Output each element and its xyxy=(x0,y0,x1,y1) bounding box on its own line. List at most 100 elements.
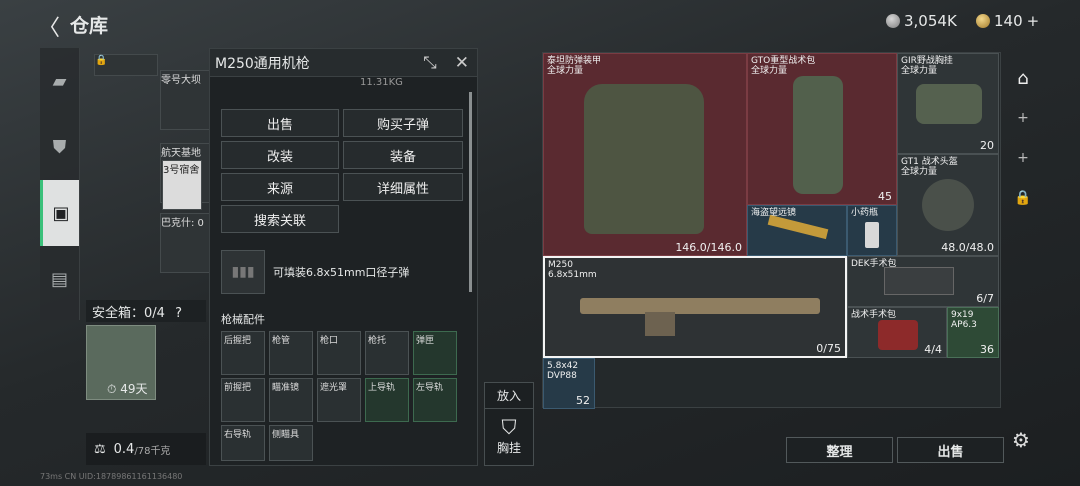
item-name: GT1 战术头盔 xyxy=(901,157,958,167)
equip-label: 装备 xyxy=(389,149,416,165)
modify-button[interactable]: 改装 xyxy=(221,141,339,169)
stash-item[interactable]: 巴克什: 0 xyxy=(160,213,210,273)
equip-button[interactable]: 装备 xyxy=(343,141,463,169)
dek-image xyxy=(884,267,954,295)
gun-image xyxy=(580,298,820,314)
dek-kit-item[interactable]: DEK手术包 6/7 xyxy=(847,256,999,307)
warehouse-tab-icon[interactable]: ▣ xyxy=(40,180,79,246)
buy-ammo-button[interactable]: 购买子弹 xyxy=(343,109,463,137)
slot-label: 右导轨 xyxy=(224,430,252,440)
add-currency-button[interactable]: + xyxy=(1027,12,1040,30)
armor-item[interactable]: 泰坦防弹装甲 全球力量 146.0/146.0 xyxy=(543,53,747,256)
attachment-slot[interactable]: 前握把 xyxy=(221,378,265,422)
attachment-slot[interactable]: 右导轨 xyxy=(221,425,265,461)
stash-item-label: 航天基地 xyxy=(161,148,201,159)
item-durability: 48.0/48.0 xyxy=(941,241,994,254)
home-tab-icon[interactable]: ⌂ xyxy=(1005,58,1041,98)
safe-count: 安全箱：0/4 xyxy=(92,306,165,321)
add-tab-icon[interactable]: + xyxy=(1005,138,1041,178)
slot-label: 瞄准镜 xyxy=(272,383,300,393)
slot-label: 前握把 xyxy=(224,383,252,393)
slot-label: 上导轨 xyxy=(368,383,396,393)
top-bar: 〈 仓库 3,054K 140 + xyxy=(0,0,1080,44)
ammo-58x42-item[interactable]: 5.8x42 DVP88 52 xyxy=(543,358,595,409)
details-button[interactable]: 详细属性 xyxy=(343,173,463,201)
item-count: 4/4 xyxy=(924,343,942,356)
attachment-slot[interactable]: 枪托 xyxy=(365,331,409,375)
pill-bottle-item[interactable]: 小药瓶 xyxy=(847,205,897,256)
timer: ⏱ 49天 xyxy=(107,382,148,396)
safe-box-item[interactable]: ⏱ 49天 xyxy=(86,325,156,400)
item-sub: 全球力量 xyxy=(547,66,584,76)
slot-label: 遮光罩 xyxy=(320,383,348,393)
attachment-slot[interactable]: 左导轨 xyxy=(413,378,457,422)
ammo-text: 可填装6.8x51mm口径子弹 xyxy=(273,266,410,279)
item-sub: 全球力量 xyxy=(901,167,938,177)
gold-currency[interactable]: 140 + xyxy=(976,12,1039,30)
ammo-info: ▮▮▮ 可填装6.8x51mm口径子弹 xyxy=(221,249,461,295)
search-related-button[interactable]: 搜索关联 xyxy=(221,205,339,233)
attachment-slot[interactable]: 弹匣 xyxy=(413,331,457,375)
put-into-button[interactable]: 放入 ⛉ 胸挂 xyxy=(484,382,534,466)
surgery-kit-item[interactable]: 战术手术包 4/4 xyxy=(847,307,947,358)
toolbox-tab-icon[interactable]: ▤ xyxy=(40,246,79,312)
item-detail-panel: M250通用机枪 ⤡ ✕ 11.31KG 出售 购买子弹 改装 装备 来源 详细属… xyxy=(209,48,478,466)
modify-label: 改装 xyxy=(266,149,293,165)
attachment-slot[interactable]: 枪口 xyxy=(317,331,361,375)
ammo-icon: ▮▮▮ xyxy=(221,250,265,294)
item-ammo: 0/75 xyxy=(816,342,841,355)
weight-max: /78千克 xyxy=(134,445,171,457)
item-count: 36 xyxy=(980,343,994,356)
backpack-item[interactable]: GTO重型战术包 全球力量 45 xyxy=(747,53,897,205)
slot-label: 枪托 xyxy=(368,336,387,346)
attachment-slot[interactable]: 上导轨 xyxy=(365,378,409,422)
ammo-9x19-item[interactable]: 9x19 AP6.3 36 xyxy=(947,307,999,358)
buy-ammo-label: 购买子弹 xyxy=(376,117,429,133)
search-label: 搜索关联 xyxy=(253,213,306,229)
slot-label: 侧瞄具 xyxy=(272,430,300,440)
sell-all-label: 出售 xyxy=(937,444,964,460)
telescope-item[interactable]: 海盗望远镜 xyxy=(747,205,847,256)
operators-tab-icon[interactable]: ⛊ xyxy=(40,114,79,180)
sell-all-button[interactable]: 出售 xyxy=(897,437,1004,463)
panel-scrollbar[interactable] xyxy=(469,92,472,292)
panel-header: M250通用机枪 ⤡ ✕ xyxy=(210,49,477,77)
attachment-slot[interactable]: 后握把 xyxy=(221,331,265,375)
stash-item[interactable]: 零号大坝 xyxy=(160,70,210,130)
back-icon[interactable]: 〈 xyxy=(38,10,60,42)
collapse-icon[interactable]: ⤡ xyxy=(423,53,437,73)
sort-button[interactable]: 整理 xyxy=(786,437,893,463)
attachment-slot[interactable]: 瞄准镜 xyxy=(269,378,313,422)
pill-image xyxy=(865,222,879,248)
stash-item[interactable]: 3号宿舍 xyxy=(162,160,202,210)
sell-button[interactable]: 出售 xyxy=(221,109,339,137)
item-sub: 全球力量 xyxy=(901,66,938,76)
m250-item[interactable]: M250 6.8x51mm 0/75 xyxy=(543,256,847,358)
slot-label: 左导轨 xyxy=(416,383,444,393)
attachment-slot[interactable]: 侧瞄具 xyxy=(269,425,313,461)
slot-label: 弹匣 xyxy=(416,336,435,346)
close-icon[interactable]: ✕ xyxy=(455,53,469,73)
stash-item-label: 巴克什: 0 xyxy=(161,218,204,229)
sort-label: 整理 xyxy=(826,444,853,460)
page-title: 仓库 xyxy=(70,15,109,37)
section-title: 枪械配件 xyxy=(221,313,265,326)
gun-box-image xyxy=(645,312,675,336)
item-name: GTO重型战术包 xyxy=(751,56,816,66)
gear-icon[interactable]: ⚙ xyxy=(1012,428,1030,452)
attachment-slot[interactable]: 枪管 xyxy=(269,331,313,375)
source-button[interactable]: 来源 xyxy=(221,173,339,201)
silver-amount: 3,054K xyxy=(904,12,957,30)
weapons-tab-icon[interactable]: ▰ xyxy=(40,48,79,114)
backpack-image xyxy=(793,76,843,194)
item-name: 战术手术包 xyxy=(851,310,897,320)
add-tab-icon[interactable]: + xyxy=(1005,98,1041,138)
rig-item[interactable]: GIR野战胸挂 全球力量 20 xyxy=(897,53,999,154)
helmet-item[interactable]: GT1 战术头盔 全球力量 48.0/48.0 xyxy=(897,154,999,256)
telescope-image xyxy=(767,214,829,240)
sell-label: 出售 xyxy=(266,117,293,133)
attachment-slot[interactable]: 遮光罩 xyxy=(317,378,361,422)
help-icon[interactable]: ? xyxy=(175,306,182,321)
safe-box-label: 安全箱：0/4 ? xyxy=(86,300,206,322)
details-label: 详细属性 xyxy=(376,181,429,197)
